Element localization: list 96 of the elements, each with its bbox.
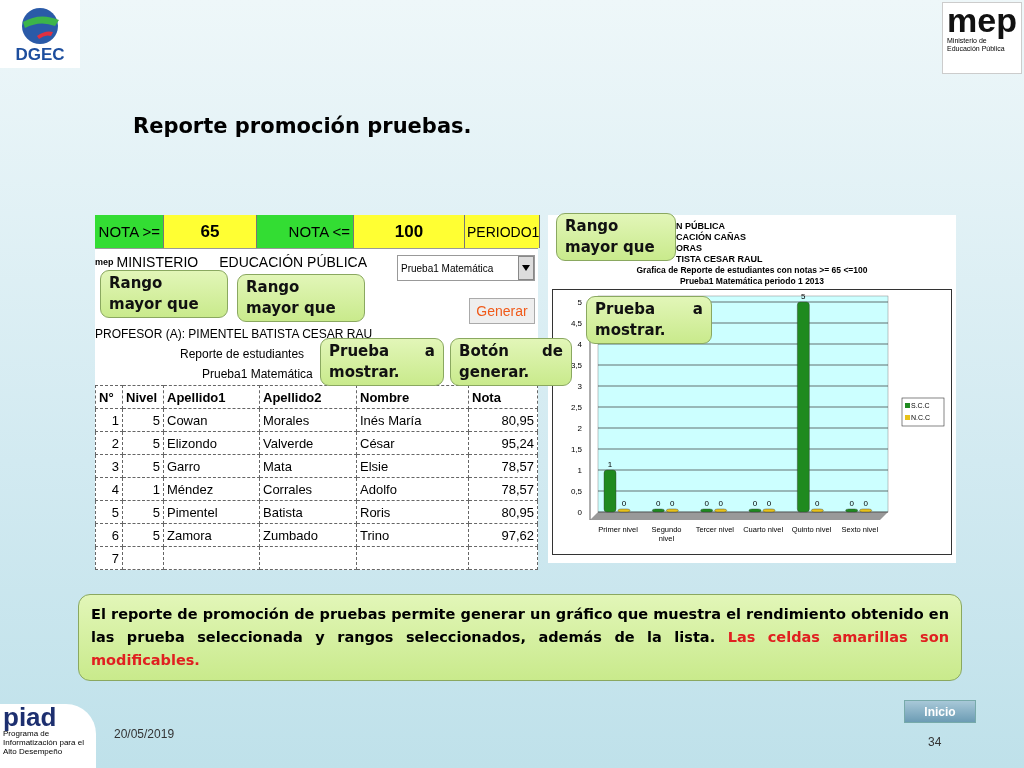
callout-bubble: Botón de generar.	[450, 338, 572, 386]
chart-legend	[901, 397, 945, 427]
filter-cell[interactable]: 100	[354, 215, 465, 248]
tick-label: 0	[577, 508, 582, 517]
table-cell: Mata	[259, 454, 357, 478]
table-cell: Zumbado	[259, 523, 357, 547]
header-text: MINISTERIO	[116, 254, 199, 270]
data-label: 0	[621, 499, 627, 508]
table-cell: Zamora	[163, 523, 260, 547]
table-cell: 78,57	[468, 477, 538, 501]
table-cell: 3	[95, 454, 123, 478]
tick-label: 1	[577, 466, 582, 475]
table-cell: César	[356, 431, 469, 455]
table-cell: 5	[122, 431, 164, 455]
callout-bubble: Rango mayor que	[237, 274, 365, 322]
data-label: 0	[704, 499, 709, 508]
chart-subtitle: Prueba1 Matemática periodo 1 2013	[679, 276, 825, 287]
table-cell: 80,95	[468, 500, 538, 524]
table-cell: 6	[95, 523, 123, 547]
tick-label: 2	[577, 424, 582, 433]
table-cell: 7	[95, 546, 123, 570]
table-cell: Cowan	[163, 408, 260, 432]
tick-label: 4,5	[570, 319, 582, 328]
filter-cell[interactable]: 65	[164, 215, 257, 248]
table-cell: 1	[122, 477, 164, 501]
table-cell: 97,62	[468, 523, 538, 547]
filter-label: NOTA >=	[95, 215, 164, 248]
table-cell: Trino	[356, 523, 469, 547]
table-cell: Elsie	[356, 454, 469, 478]
column-header: Nivel	[122, 385, 164, 409]
table-cell: Garro	[163, 454, 260, 478]
table-cell: Corrales	[259, 477, 357, 501]
logo-caption: Programa de Informatización para el Alto Desempeño	[3, 730, 85, 757]
data-label: 0	[815, 499, 820, 508]
table-cell: 1	[95, 408, 123, 432]
header-text: TISTA CESAR RAUL	[676, 254, 763, 265]
slide-date: 20/05/2019	[114, 727, 175, 741]
table-cell: 5	[95, 500, 123, 524]
header-text: N PÚBLICA	[676, 221, 726, 231]
data-label: 0	[849, 499, 854, 508]
table-cell: Roris	[356, 500, 469, 524]
logo-text: mep	[947, 3, 1017, 37]
data-label: 0	[656, 499, 661, 508]
logo-text: piad	[3, 704, 58, 730]
table-cell: 5	[122, 408, 164, 432]
table-cell: 5	[122, 500, 164, 524]
table-cell: 2	[95, 431, 123, 455]
table-cell: Inés María	[356, 408, 469, 432]
data-label: 0	[670, 499, 675, 508]
callout-bubble: Prueba a mostrar.	[320, 338, 444, 386]
tick-label: 2,5	[570, 403, 582, 412]
filter-label: NOTA <=	[257, 215, 354, 248]
tick-label: 3	[577, 382, 582, 391]
test-dropdown[interactable]: Prueba1 Matemática	[397, 255, 535, 281]
table-cell: Elizondo	[163, 431, 260, 455]
table-cell: 78,57	[468, 454, 538, 478]
table-cell: Pimentel	[163, 500, 260, 524]
tick-label: 1,5	[570, 445, 582, 454]
report-title: Reporte de estudiantes	[180, 347, 305, 361]
data-label: 5	[801, 292, 806, 301]
teacher-text: PROFESOR (A): PIMENTEL BATISTA CESAR RAU	[95, 327, 374, 341]
slide-title: Reporte promoción pruebas.	[133, 114, 473, 140]
column-header: N°	[95, 385, 123, 409]
table-cell: 80,95	[468, 408, 538, 432]
data-label: 0	[863, 499, 868, 508]
data-label: 0	[752, 499, 758, 508]
table-cell: 5	[122, 454, 164, 478]
note-text: El reporte de promoción de pruebas permite generar un gráfico que muestra el rendimiento obtenido en las prueba seleccionada y rangos seleccionados, además de la lista. Las celdas amarillas son modificables.	[78, 594, 962, 681]
header-text: CACIÓN CAÑAS	[676, 232, 747, 243]
table-cell: 95,24	[468, 431, 538, 455]
table-cell: Batista	[259, 500, 357, 524]
header-text: ORAS	[676, 243, 703, 254]
callout-bubble: Prueba a mostrar.	[586, 296, 712, 344]
report-subtitle: Prueba1 Matemática	[202, 367, 313, 381]
tick-label: 5	[577, 298, 582, 307]
table-cell: Méndez	[163, 477, 260, 501]
page-number: 34	[928, 735, 942, 749]
callout-bubble: Rango mayor que	[556, 213, 676, 261]
table-cell: Adolfo	[356, 477, 469, 501]
column-header: Apellido1	[163, 385, 260, 409]
data-label: 1	[607, 460, 613, 469]
data-label: 0	[766, 499, 772, 508]
table-cell: 5	[122, 523, 164, 547]
tick-label: 4	[577, 340, 582, 349]
mep-logo-text: mep	[95, 257, 114, 267]
tick-label: 3,5	[570, 361, 582, 370]
table-cell: Valverde	[259, 431, 357, 455]
logo-text: DGEC	[15, 45, 65, 63]
data-label: 0	[718, 499, 723, 508]
filter-cell[interactable]: PERIODO1	[465, 215, 541, 248]
chart-title: Grafica de Reporte de estudiantes con notas >= 65 <=100	[636, 265, 868, 276]
table-cell: Morales	[259, 408, 357, 432]
tick-label: 0,5	[570, 487, 582, 496]
callout-bubble: Rango mayor que	[100, 270, 228, 318]
table-cell: 4	[95, 477, 123, 501]
header-text: EDUCACIÓN PÚBLICA	[219, 254, 367, 270]
